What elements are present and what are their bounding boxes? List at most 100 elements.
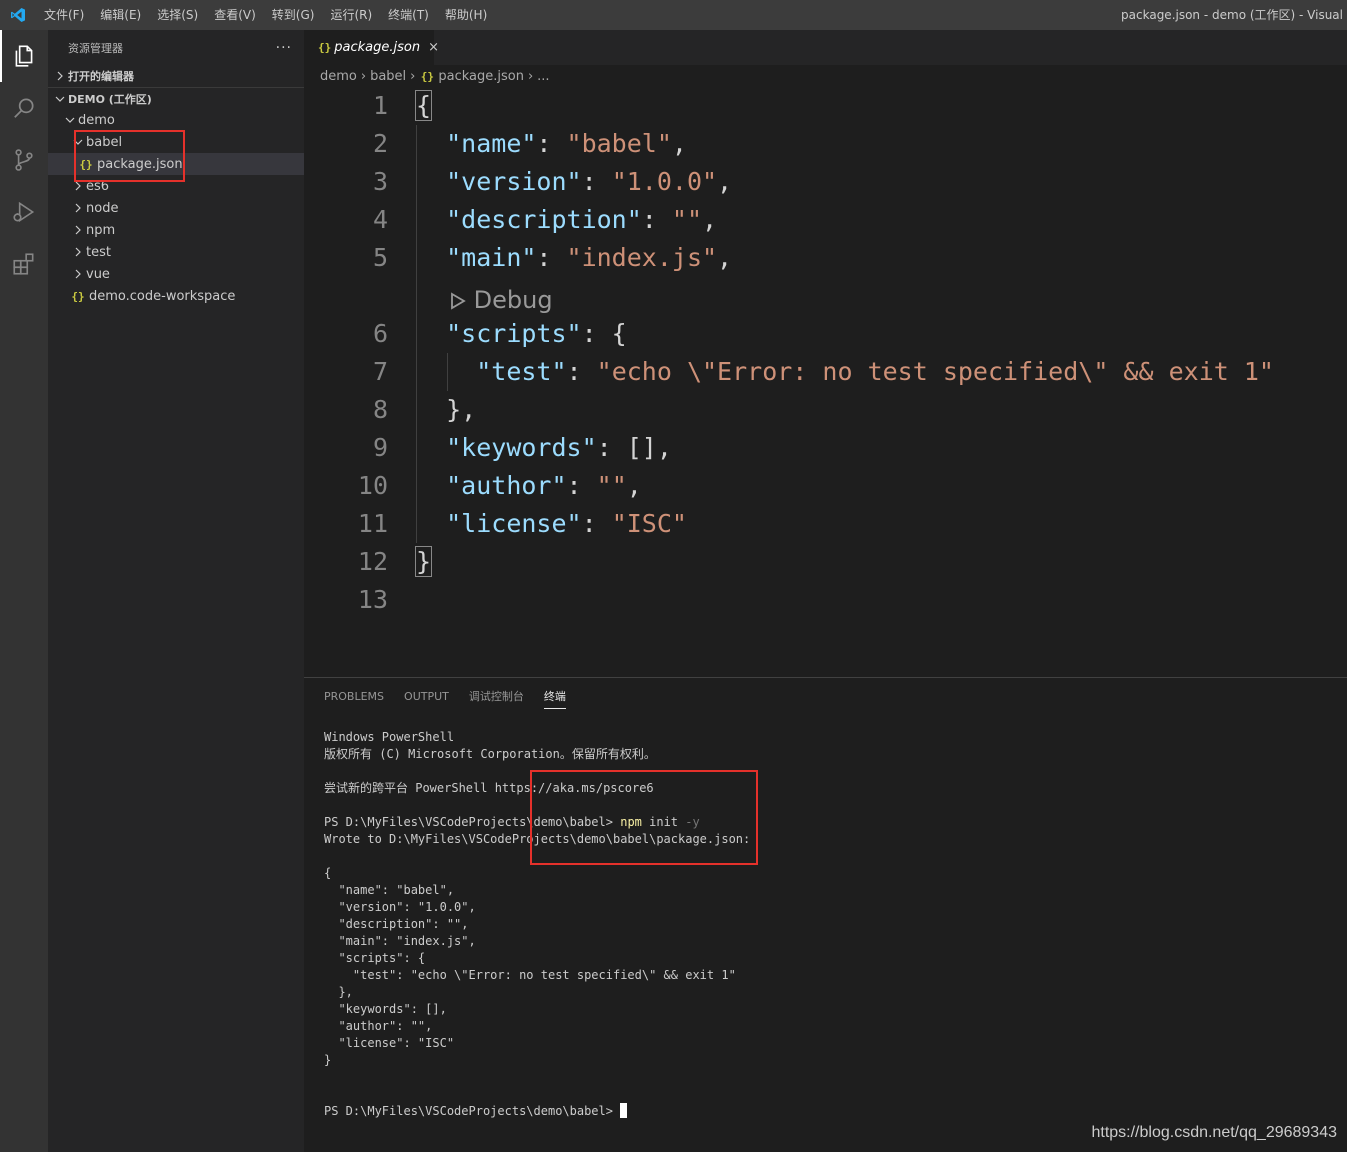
code-line: 2 "name": "babel", — [304, 125, 1347, 163]
tab-label: package.json — [334, 40, 421, 55]
terminal-line: "license": "ISC" — [324, 1036, 455, 1050]
code-line: 9 "keywords": [], — [304, 429, 1347, 467]
code-line: 4 "description": "", — [304, 201, 1347, 239]
debug-codelens[interactable]: Debug — [450, 281, 553, 319]
line-number: 8 — [372, 395, 388, 424]
line-number: 4 — [372, 205, 388, 234]
chevron-right-icon — [70, 203, 86, 213]
chevron-right-icon: › — [527, 68, 534, 84]
menu-view[interactable]: 查看(V) — [206, 0, 264, 30]
window-title: package.json - demo (工作区) - Visual — [1121, 8, 1343, 22]
activity-bar — [0, 30, 48, 1152]
tree-folder-vue[interactable]: vue — [48, 263, 304, 285]
open-editors-label: 打开的编辑器 — [68, 70, 134, 83]
explorer-header: 资源管理器 ··· — [48, 30, 304, 65]
tab-package-json[interactable]: {} package.json × — [304, 30, 439, 65]
tab-debug-console[interactable]: 调试控制台 — [469, 678, 524, 714]
tree-label: es6 — [86, 178, 110, 194]
menu-file[interactable]: 文件(F) — [36, 0, 92, 30]
terminal-line: "main": "index.js", — [324, 934, 476, 948]
terminal-line: "description": "", — [324, 917, 469, 931]
terminal-line: "test": "echo \"Error: no test specified… — [324, 968, 736, 982]
tree-file-package-json[interactable]: {} package.json — [48, 153, 304, 175]
terminal-line: } — [324, 1053, 332, 1067]
chevron-right-icon — [70, 181, 86, 191]
more-actions-icon[interactable]: ··· — [276, 40, 292, 56]
tree-label: babel — [86, 134, 123, 150]
explorer-title: 资源管理器 — [68, 41, 123, 55]
line-number: 7 — [372, 357, 388, 386]
terminal-line: Windows PowerShell — [324, 730, 455, 744]
line-number: 12 — [357, 547, 388, 576]
tree-folder-demo[interactable]: demo — [48, 109, 304, 131]
terminal-line: 版权所有 (C) Microsoft Corporation。保留所有权利。 — [324, 747, 656, 761]
breadcrumb-demo[interactable]: demo — [320, 69, 357, 84]
tree-folder-babel[interactable]: babel — [48, 131, 304, 153]
chevron-right-icon — [70, 269, 86, 279]
tree-label: demo.code-workspace — [89, 288, 236, 304]
tree-label: npm — [86, 222, 116, 238]
line-number: 3 — [372, 167, 388, 196]
tree-folder-node[interactable]: node — [48, 197, 304, 219]
tree-folder-npm[interactable]: npm — [48, 219, 304, 241]
terminal-line: "name": "babel", — [324, 883, 455, 897]
code-line: 13 — [304, 581, 1347, 619]
title-bar: 文件(F) 编辑(E) 选择(S) 查看(V) 转到(G) 运行(R) 终端(T… — [0, 0, 1347, 30]
line-number: 2 — [372, 129, 388, 158]
open-editors-section[interactable]: 打开的编辑器 — [48, 65, 304, 87]
code-editor[interactable]: 1 { 2 "name": "babel", 3 "version": "1.0… — [304, 87, 1347, 677]
terminal-line: "keywords": [], — [324, 1002, 447, 1016]
tab-output[interactable]: OUTPUT — [404, 678, 449, 714]
source-control-icon[interactable] — [0, 134, 48, 186]
explorer-icon[interactable] — [0, 30, 48, 82]
panel-tabs: PROBLEMS OUTPUT 调试控制台 终端 — [304, 678, 1347, 714]
menu-bar: 文件(F) 编辑(E) 选择(S) 查看(V) 转到(G) 运行(R) 终端(T… — [36, 0, 495, 30]
menu-terminal[interactable]: 终端(T) — [380, 0, 437, 30]
chevron-right-icon — [52, 71, 68, 81]
tree-folder-test[interactable]: test — [48, 241, 304, 263]
breadcrumb: demo › babel › {} package.json › ... — [304, 65, 1347, 87]
code-line: 6 "scripts": { — [304, 315, 1347, 353]
chevron-right-icon: › — [360, 68, 367, 84]
line-number: 11 — [357, 509, 388, 538]
json-file-icon: {} — [71, 289, 85, 303]
workspace-section[interactable]: DEMO (工作区) — [48, 87, 304, 109]
tree-label: vue — [86, 266, 110, 282]
tab-terminal[interactable]: 终端 — [543, 683, 566, 709]
close-icon[interactable]: × — [428, 40, 439, 55]
breadcrumb-babel[interactable]: babel — [370, 69, 406, 84]
json-file-icon: {} — [318, 41, 332, 54]
chevron-down-icon — [70, 137, 86, 147]
code-line: 7 "test": "echo \"Error: no test specifi… — [304, 353, 1347, 391]
menu-selection[interactable]: 选择(S) — [149, 0, 206, 30]
tree-file-workspace[interactable]: {} demo.code-workspace — [48, 285, 304, 307]
menu-edit[interactable]: 编辑(E) — [92, 0, 149, 30]
chevron-down-icon — [52, 94, 68, 104]
tree-label: test — [86, 244, 111, 260]
vscode-logo-icon — [0, 0, 36, 30]
tree-label: package.json — [97, 156, 183, 172]
terminal-command-line: PS D:\MyFiles\VSCodeProjects\demo\babel>… — [324, 815, 700, 829]
menu-help[interactable]: 帮助(H) — [437, 0, 495, 30]
run-debug-icon[interactable] — [0, 186, 48, 238]
terminal-line: "author": "", — [324, 1019, 433, 1033]
terminal-prompt-line[interactable]: PS D:\MyFiles\VSCodeProjects\demo\babel> — [324, 1103, 750, 1120]
code-line: 8 }, — [304, 391, 1347, 429]
search-icon[interactable] — [0, 82, 48, 134]
tree-folder-es6[interactable]: es6 — [48, 175, 304, 197]
terminal-line: }, — [324, 985, 353, 999]
breadcrumb-more[interactable]: ... — [537, 69, 549, 84]
tab-problems[interactable]: PROBLEMS — [324, 678, 384, 714]
menu-run[interactable]: 运行(R) — [322, 0, 380, 30]
terminal-line: { — [324, 866, 332, 880]
bottom-panel: PROBLEMS OUTPUT 调试控制台 终端 Windows PowerSh… — [304, 677, 1347, 1152]
extensions-icon[interactable] — [0, 238, 48, 290]
chevron-right-icon — [70, 225, 86, 235]
line-number: 9 — [372, 433, 388, 462]
breadcrumb-package-json[interactable]: package.json — [438, 69, 524, 84]
terminal-output[interactable]: Windows PowerShell 版权所有 (C) Microsoft Co… — [324, 729, 750, 1120]
menu-go[interactable]: 转到(G) — [264, 0, 323, 30]
line-number: 1 — [372, 91, 388, 120]
